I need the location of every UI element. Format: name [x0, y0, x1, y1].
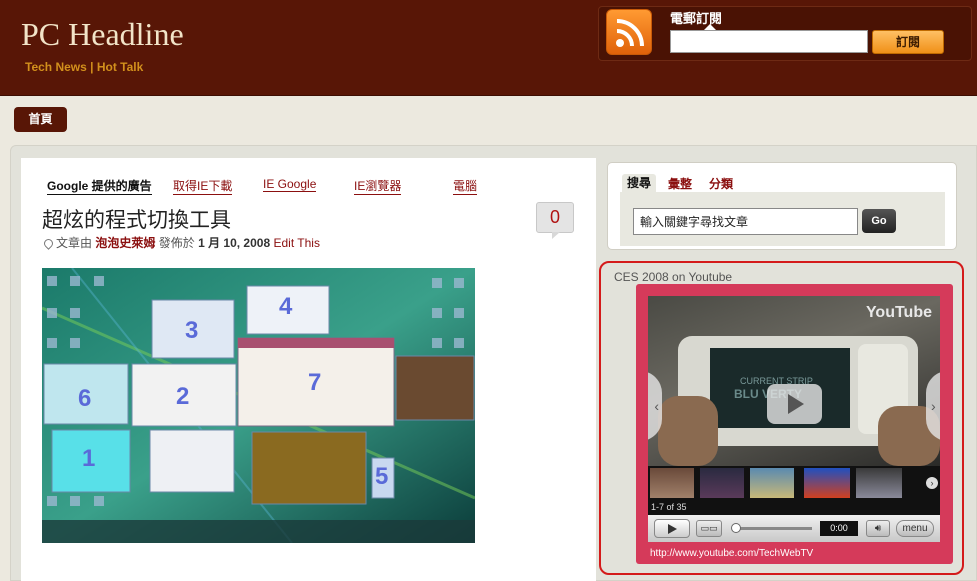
- search-go-button[interactable]: Go: [862, 209, 896, 233]
- video-thumbnail[interactable]: [650, 468, 694, 498]
- window-number: 6: [78, 385, 91, 412]
- play-button[interactable]: [654, 519, 690, 538]
- ad-link[interactable]: IE Google: [263, 177, 317, 192]
- video-thumbnail[interactable]: [856, 468, 902, 498]
- tab-archives[interactable]: 彙整: [668, 175, 692, 192]
- ad-link[interactable]: 取得IE下載: [173, 177, 233, 195]
- post-title[interactable]: 超炫的程式切換工具: [42, 204, 231, 234]
- progress-track[interactable]: [732, 527, 812, 530]
- post-date: 1 月 10, 2008: [198, 236, 271, 250]
- post-meta: 文章由 泡泡史萊姆 發佈於 1 月 10, 2008 Edit This: [42, 234, 320, 251]
- meta-middle: 發佈於: [158, 236, 195, 250]
- window-number: 4: [279, 293, 293, 320]
- post-screenshot-image: 3 4 6 2 7 1 5: [42, 268, 475, 543]
- window-number: 5: [375, 463, 388, 490]
- rss-icon[interactable]: [606, 9, 652, 55]
- window-switcher-illustration: 3 4 6 2 7 1 5: [42, 268, 475, 543]
- comment-count-badge[interactable]: 0: [536, 202, 574, 233]
- window-number: 1: [82, 445, 95, 472]
- play-overlay-button[interactable]: [767, 384, 822, 424]
- menu-button[interactable]: menu: [896, 520, 934, 537]
- youtube-widget-heading: CES 2008 on Youtube: [614, 270, 733, 284]
- search-input[interactable]: [633, 208, 858, 235]
- window-number: 3: [185, 317, 198, 344]
- time-display: 0:00: [820, 521, 858, 536]
- youtube-controls: ▭▭ 0:00 🔊︎ menu: [648, 515, 940, 542]
- ads-by-google-label[interactable]: Google 提供的廣告: [47, 177, 152, 195]
- window-number: 7: [308, 369, 321, 396]
- nav-home-tab[interactable]: 首頁: [14, 107, 67, 132]
- tab-search[interactable]: 搜尋: [622, 174, 657, 192]
- ad-link[interactable]: IE瀏覽器: [354, 177, 402, 195]
- video-thumbnail[interactable]: [700, 468, 744, 498]
- ad-link[interactable]: 電腦: [453, 177, 478, 195]
- youtube-thumbnail-strip: 1-7 of 35 ›: [648, 466, 940, 515]
- site-title[interactable]: PC Headline: [21, 16, 184, 53]
- subscribe-email-input[interactable]: [670, 30, 868, 53]
- window-number: 2: [176, 383, 189, 410]
- post-author-link[interactable]: 泡泡史萊姆: [95, 236, 155, 250]
- volume-icon[interactable]: 🔊︎: [866, 520, 890, 537]
- tab-categories[interactable]: 分類: [709, 175, 733, 192]
- playlist-button[interactable]: ▭▭: [696, 520, 722, 537]
- comment-bubble-tail: [552, 232, 560, 239]
- edit-post-link[interactable]: Edit This: [273, 236, 319, 250]
- progress-handle[interactable]: [731, 523, 741, 533]
- youtube-channel-url[interactable]: http://www.youtube.com/TechWebTV: [650, 548, 813, 559]
- play-icon: [788, 394, 804, 414]
- tag-icon: [42, 237, 55, 251]
- video-thumbnail[interactable]: [804, 468, 850, 498]
- youtube-logo: YouTube: [865, 304, 932, 321]
- thumbnail-next-arrow[interactable]: ›: [926, 477, 938, 489]
- site-tagline: Tech News | Hot Talk: [25, 60, 144, 74]
- thumbnail-counter: 1-7 of 35: [651, 502, 687, 512]
- play-icon: [668, 524, 677, 534]
- subscribe-button[interactable]: 訂閱: [872, 30, 944, 54]
- youtube-video-screen[interactable]: CURRENT STRIP BLU VERTY YouTube ‹ ›: [648, 296, 940, 466]
- meta-prefix: 文章由: [56, 236, 93, 250]
- video-thumbnail[interactable]: [750, 468, 794, 498]
